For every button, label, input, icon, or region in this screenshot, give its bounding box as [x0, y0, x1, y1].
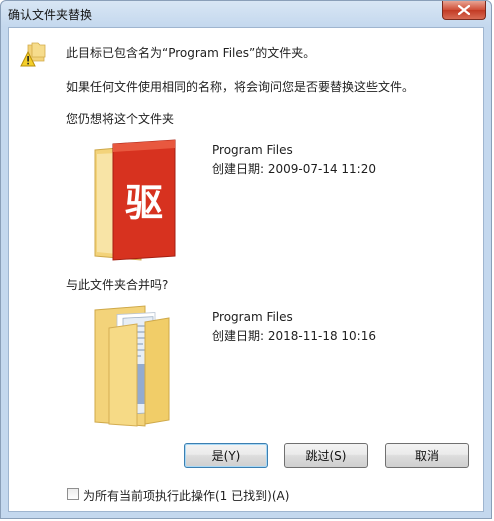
apply-all-checkbox[interactable] — [67, 488, 79, 500]
close-icon — [458, 5, 470, 15]
message-line-2: 如果任何文件使用相同的名称，将会询问您是否要替换这些文件。 — [66, 80, 415, 94]
message-line-3: 您仍想将这个文件夹 — [66, 112, 175, 126]
title-bar[interactable]: 确认文件夹替换 — [1, 1, 491, 27]
source-folder-date: 创建日期: 2009-07-14 11:20 — [212, 162, 376, 176]
merge-question: 与此文件夹合并吗? — [66, 278, 169, 292]
cancel-button[interactable]: 取消 — [385, 443, 469, 468]
window-title: 确认文件夹替换 — [8, 8, 93, 22]
dialog-content: 此目标已包含名为“Program Files”的文件夹。 如果任何文件使用相同的… — [8, 27, 484, 512]
source-folder-icon: 驱 — [89, 132, 179, 265]
dest-folder-icon — [89, 300, 179, 433]
message-line-1: 此目标已包含名为“Program Files”的文件夹。 — [66, 46, 316, 60]
dest-folder-name: Program Files — [212, 310, 293, 324]
warning-icon — [20, 42, 46, 67]
dialog-window: 确认文件夹替换 此目标已包含名为“Program Files”的文件夹。 如果任… — [0, 0, 492, 519]
source-folder-name: Program Files — [212, 143, 293, 157]
apply-all-label[interactable]: 为所有当前项执行此操作(1 已找到)(A) — [83, 487, 289, 504]
close-button[interactable] — [442, 1, 486, 20]
dest-folder-date: 创建日期: 2018-11-18 10:16 — [212, 329, 376, 343]
yes-button[interactable]: 是(Y) — [184, 443, 268, 468]
skip-button[interactable]: 跳过(S) — [284, 443, 368, 468]
source-folder-glyph: 驱 — [125, 180, 163, 225]
